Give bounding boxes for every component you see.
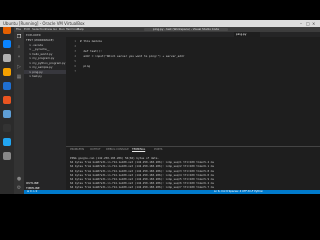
line-number: 1	[74, 39, 76, 43]
command-center[interactable]: ping.py - test (Workspace) - Visual Stud…	[144, 27, 228, 32]
terminal-line: 64 bytes from bom07s31-in-f14.1e100.net …	[70, 185, 215, 190]
line-number: 3	[74, 49, 76, 53]
activity-bar: ❐ ⌕ ⑂ ▷ ▦ ● ⚙	[14, 32, 24, 194]
line-number: 6	[74, 64, 76, 68]
panel-tab-terminal[interactable]: TERMINAL	[132, 148, 145, 152]
panel-tab-ports[interactable]: PORTS	[154, 148, 162, 152]
panel-tab-debug-console[interactable]: DEBUG CONSOLE	[106, 148, 129, 152]
explorer-item[interactable]: > .vscode	[24, 43, 66, 47]
code-line: def test():	[80, 49, 102, 53]
bottom-letterbox	[0, 194, 320, 240]
tab-ping-py[interactable]: ping.py	[234, 32, 260, 37]
explorer-sidebar: EXPLORER TEST (WORKSPACE) > .vscode > __py…	[24, 32, 66, 194]
explorer-item[interactable]: > my_sample.py	[24, 65, 66, 69]
outline-section[interactable]: OUTLINE	[24, 182, 66, 186]
maximize-button[interactable]: □	[306, 21, 310, 26]
bottom-panel: PROBLEMS OUTPUT DEBUG CONSOLE TERMINAL PORTS…	[66, 146, 320, 191]
explorer-item[interactable]: > my_program.py	[24, 56, 66, 60]
line-number: 4	[74, 54, 76, 58]
account-icon[interactable]: ●	[16, 176, 22, 182]
panel-tab-output[interactable]: OUTPUT	[90, 148, 101, 152]
window-titlebar: Ubuntu [Running] - Oracle VM VirtualBox …	[0, 20, 320, 27]
top-letterbox	[0, 0, 320, 20]
explorer-item[interactable]: > hello_world.py	[24, 52, 66, 56]
line-number: 5	[74, 59, 76, 63]
explorer-item[interactable]: > test.py	[24, 74, 66, 78]
search-icon[interactable]: ⌕	[16, 44, 22, 50]
minimize-button[interactable]: –	[300, 21, 302, 26]
editor-area: ping.py 1 # this module 2 3 def test(): 4 ad…	[66, 32, 320, 146]
extensions-icon[interactable]: ▦	[16, 74, 22, 80]
explorer-item[interactable]: > my_python_program.py	[24, 61, 66, 65]
panel-tab-problems[interactable]: PROBLEMS	[70, 148, 84, 152]
run-debug-icon[interactable]: ▷	[16, 64, 22, 70]
code-line: # this module	[80, 39, 102, 43]
line-number: 7	[74, 69, 76, 73]
code-line: ping	[80, 64, 91, 68]
explorer-icon[interactable]: ❐	[16, 34, 22, 40]
source-control-icon[interactable]: ⑂	[16, 54, 22, 60]
gear-icon[interactable]: ⚙	[16, 185, 22, 191]
explorer-item[interactable]: > __pycache__	[24, 47, 66, 51]
code-line: addr = input("Which server you want to p…	[80, 54, 185, 58]
explorer-item[interactable]: > ping.py	[24, 69, 66, 74]
explorer-item[interactable]: TEST (WORKSPACE)	[24, 38, 66, 42]
window-title: Ubuntu [Running] - Oracle VM VirtualBox	[3, 21, 85, 26]
line-number: 2	[74, 44, 76, 48]
close-button[interactable]: ×	[312, 21, 315, 26]
editor-tabs: ping.py	[66, 32, 320, 37]
